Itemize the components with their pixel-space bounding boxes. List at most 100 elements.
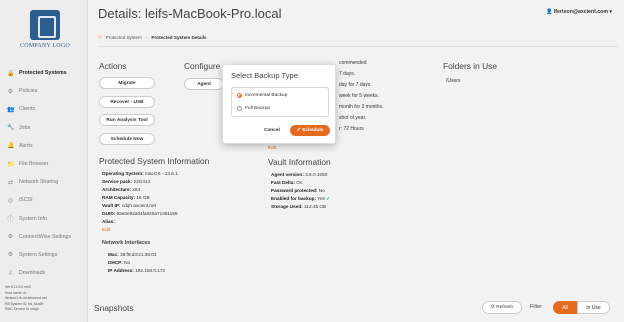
actions-heading: Actions xyxy=(99,61,127,71)
schedule-edit-wrap: Edit xyxy=(268,144,276,152)
vault-info-list: Agent version: 3.6.0.1050 Fast Delta: On… xyxy=(271,171,330,211)
sidebar-item-label: Policies xyxy=(19,88,38,95)
sidebar-nav: 🔒 Protected Systems ⚙ Policies 👥 Clients 🔧 J… xyxy=(0,64,88,282)
cancel-button[interactable]: Cancel xyxy=(260,125,284,136)
service-pack-value: 22G313 xyxy=(133,179,151,184)
vault-ip-label: Vault IP: xyxy=(102,203,121,208)
network-info-list: Mac: 38:f9:d3:21:36:03 DHCP: No IP Addre… xyxy=(108,251,165,275)
sidebar-item-clients[interactable]: 👥 Clients xyxy=(0,100,88,118)
filter-label: Filter xyxy=(530,304,542,310)
agent-version-label: Agent version: xyxy=(271,172,304,177)
sidebar-item-iscsi[interactable]: ◎ iSCSI xyxy=(0,191,88,209)
user-icon: 👤 xyxy=(545,9,553,15)
sidebar-item-label: Downloads xyxy=(19,270,46,277)
architecture-label: Architecture: xyxy=(102,187,132,192)
full-backup-option[interactable]: Full Backup xyxy=(237,106,270,111)
footer-service-id: RMC Service id: cdtgh xyxy=(5,307,39,312)
sidebar-item-connectwise-settings[interactable]: ⚙ ConnectWise Settings xyxy=(0,228,88,246)
sidebar-item-downloads[interactable]: ⇩ Downloads xyxy=(0,264,88,282)
sidebar-item-label: Network Sharing xyxy=(19,179,59,186)
schedule-button[interactable]: ✔ Schedule xyxy=(290,125,330,136)
sidebar-item-label: File Browser xyxy=(19,161,49,168)
guid-value: 65e0e92a04fa020a71351199 xyxy=(116,211,178,216)
schedule-now-button[interactable]: Schedule Now xyxy=(99,133,155,145)
enabled-backup-value: Yes xyxy=(317,196,325,201)
full-label: Full Backup xyxy=(245,106,271,111)
refresh-label: Refresh xyxy=(496,305,514,310)
refresh-button[interactable]: ⟳ Refresh xyxy=(482,301,522,314)
agent-version-value: 3.6.0.1050 xyxy=(305,172,328,177)
ip-label: IP Address: xyxy=(108,268,134,273)
sidebar: COMPANY LOGO 🔒 Protected Systems ⚙ Policie… xyxy=(0,0,88,322)
sidebar-item-label: ConnectWise Settings xyxy=(19,233,72,240)
alias-edit-link[interactable]: Edit xyxy=(102,226,178,234)
sidebar-item-network-sharing[interactable]: ⇄ Network Sharing xyxy=(0,173,88,191)
logo-text: COMPANY LOGO xyxy=(20,43,70,49)
protected-info-heading: Protected System Information xyxy=(99,156,210,166)
sidebar-item-jobs[interactable]: 🔧 Jobs xyxy=(0,119,88,137)
incremental-backup-option[interactable]: Incremental Backup xyxy=(237,93,287,98)
dhcp-label: DHCP: xyxy=(108,260,123,265)
gear-icon: ⚙ xyxy=(7,88,14,95)
guid-label: GUID: xyxy=(102,211,116,216)
sidebar-item-system-settings[interactable]: ⚙ System Settings xyxy=(0,246,88,264)
incremental-radio[interactable] xyxy=(237,93,242,98)
home-icon[interactable]: ⌂ xyxy=(98,34,102,40)
sidebar-item-label: System Info xyxy=(19,215,47,222)
password-protected-label: Password protected: xyxy=(271,188,318,193)
cog-icon: ⚙ xyxy=(7,234,14,241)
download-icon: ⇩ xyxy=(7,270,14,277)
vault-ip-value: cdqh.axcient.net xyxy=(121,203,156,208)
ram-label: RAM Capacity: xyxy=(102,195,136,200)
vault-info-heading: Vault Information xyxy=(268,157,331,167)
disk-icon: ◎ xyxy=(7,197,14,204)
dhcp-value: No xyxy=(124,260,131,265)
share-icon: ⇄ xyxy=(7,179,14,186)
folder-path: /Users xyxy=(446,78,461,84)
sidebar-item-label: Jobs xyxy=(19,124,31,131)
filter-all-button[interactable]: All xyxy=(553,301,577,314)
sidebar-item-protected-systems[interactable]: 🔒 Protected Systems xyxy=(0,64,88,82)
filter-in-use-button[interactable]: In Use xyxy=(577,301,610,314)
recover-usb-button[interactable]: Recover - USB xyxy=(99,96,155,108)
company-logo[interactable]: COMPANY LOGO xyxy=(14,10,76,56)
footer-host: lfertson1.rb.att.afixcloud.net xyxy=(5,296,47,301)
breadcrumb-parent[interactable]: Protected System xyxy=(106,35,142,40)
logo-mark xyxy=(30,10,60,40)
full-radio[interactable] xyxy=(237,106,242,111)
run-analysis-tool-button[interactable]: Run Analysis Tool xyxy=(99,114,155,126)
sidebar-item-system-info[interactable]: ⓘ System Info xyxy=(0,210,88,228)
fast-delta-label: Fast Delta: xyxy=(271,180,295,185)
enabled-backup-label: Enabled for backup: xyxy=(271,196,317,201)
page-title: Details: leifs-MacBook-Pro.local xyxy=(98,6,282,21)
sidebar-item-label: iSCSI xyxy=(19,197,33,204)
backup-type-options: Incremental Backup Full Backup xyxy=(231,87,329,117)
backup-type-modal: Select Backup Type Incremental Backup Fu… xyxy=(222,64,336,144)
fast-delta-value: On xyxy=(296,180,303,185)
mac-value: 38:f9:d3:21:36:03 xyxy=(120,252,157,257)
sidebar-item-label: Alerts xyxy=(19,142,33,149)
user-menu[interactable]: 👤 lfertson@axcient.com ▾ xyxy=(546,9,612,15)
folders-heading: Folders in Use xyxy=(443,61,497,71)
sidebar-item-policies[interactable]: ⚙ Policies xyxy=(0,82,88,100)
configure-heading: Configure xyxy=(184,61,221,71)
os-label: Operating System: xyxy=(102,171,144,176)
sidebar-item-label: Protected Systems xyxy=(19,70,67,77)
sidebar-item-file-browser[interactable]: 📁 File Browser xyxy=(0,155,88,173)
lock-icon: 🔒 xyxy=(7,70,15,77)
wrench-icon: 🔧 xyxy=(7,125,15,132)
sidebar-item-alerts[interactable]: 🔔 Alerts xyxy=(0,137,88,155)
breadcrumb: ⌂ Protected System › Protected System De… xyxy=(98,34,207,40)
mac-label: Mac: xyxy=(108,252,119,257)
main-content: Details: leifs-MacBook-Pro.local 👤 lfert… xyxy=(88,0,624,322)
modal-title: Select Backup Type xyxy=(231,71,298,80)
snapshots-heading: Snapshots xyxy=(94,303,134,313)
refresh-icon: ⟳ xyxy=(490,305,495,310)
password-protected-value: No xyxy=(318,188,325,193)
agent-button[interactable]: Agent xyxy=(184,78,224,90)
schedule-edit-link[interactable]: Edit xyxy=(268,145,276,150)
os-value: macOS - 13.6.1 xyxy=(145,171,178,176)
migrate-button[interactable]: Migrate xyxy=(99,77,155,89)
service-pack-label: Service pack: xyxy=(102,179,133,184)
folder-icon: 📁 xyxy=(7,161,15,168)
